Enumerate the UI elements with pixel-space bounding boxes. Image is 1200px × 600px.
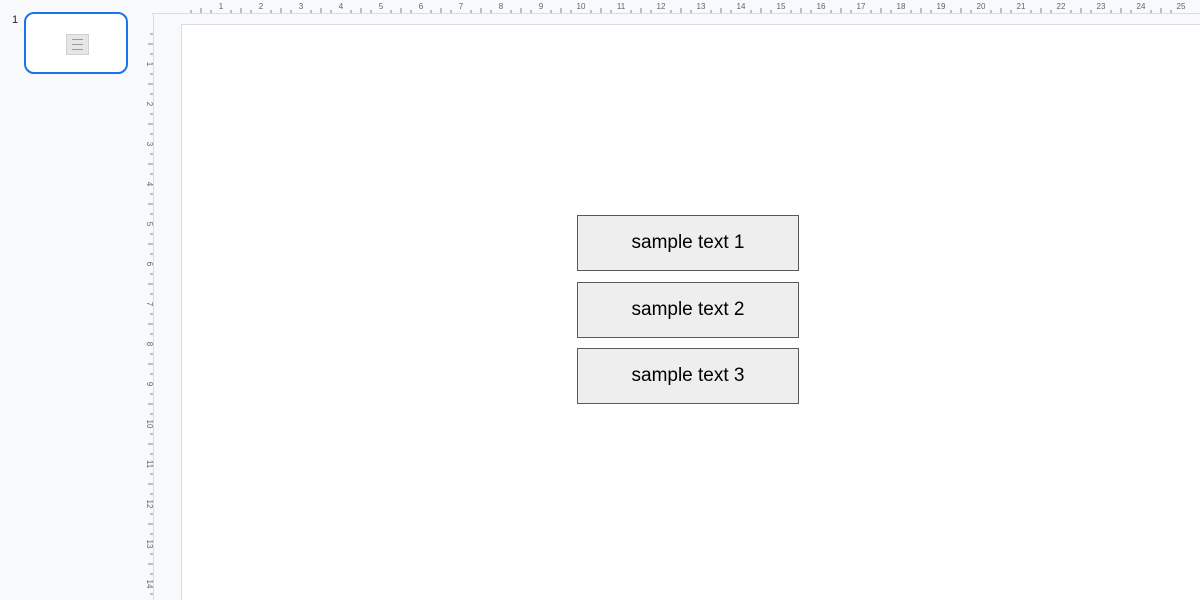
ruler-label: 16	[817, 2, 826, 11]
ruler-label: 5	[379, 2, 384, 11]
ruler-label: 9	[145, 382, 154, 387]
ruler-label: 15	[777, 2, 786, 11]
ruler-label: 3	[145, 142, 154, 147]
ruler-label: 11	[145, 460, 154, 469]
ruler-label: 24	[1137, 2, 1146, 11]
ruler-label: 10	[145, 420, 154, 429]
ruler-label: 6	[145, 262, 154, 267]
ruler-label: 13	[697, 2, 706, 11]
ruler-label: 12	[145, 500, 154, 509]
ruler-label: 3	[299, 2, 304, 11]
ruler-label: 8	[145, 342, 154, 347]
ruler-label: 20	[977, 2, 986, 11]
ruler-label: 21	[1017, 2, 1026, 11]
presentation-editor: 1 1 2 3 4 5 6 7 8 9 10 11 12 13 14 15 16 17 18 19 20 21 22 23 2…	[0, 0, 1200, 600]
thumbnail-text-line	[72, 44, 83, 45]
thumbnail-preview	[66, 34, 89, 55]
slide-thumbnail-1[interactable]	[24, 12, 128, 74]
text-box-1-label: sample text 1	[631, 232, 745, 253]
ruler-label: 18	[897, 2, 906, 11]
ruler-label: 4	[339, 2, 344, 11]
slide-canvas[interactable]: sample text 1 sample text 2 sample text …	[181, 24, 1200, 600]
ruler-label: 4	[145, 182, 154, 187]
ruler-label: 1	[219, 2, 224, 11]
slide-number: 1	[12, 14, 19, 26]
horizontal-ruler[interactable]: 1 2 3 4 5 6 7 8 9 10 11 12 13 14 15 16 17 18 19 20 21 22 23 24 2…	[152, 0, 1200, 14]
ruler-label: 5	[145, 222, 154, 227]
ruler-label: 7	[145, 302, 154, 307]
ruler-label: 9	[539, 2, 544, 11]
ruler-label: 6	[419, 2, 424, 11]
vertical-ruler[interactable]: 1 2 3 4 5 6 7 8 9 10 11 12 13 14	[138, 14, 154, 600]
ruler-label: 17	[857, 2, 866, 11]
ruler-label: 1	[145, 62, 154, 67]
ruler-label: 8	[499, 2, 504, 11]
text-box-3-label: sample text 3	[631, 365, 745, 386]
horizontal-ruler-scale: 1 2 3 4 5 6 7 8 9 10 11 12 13 14 15 16 17 18 19 20 21 22 23 24 2…	[152, 2, 1200, 14]
ruler-label: 13	[145, 540, 154, 549]
text-box-2[interactable]: sample text 2	[577, 282, 799, 338]
ruler-label: 11	[617, 2, 626, 11]
ruler-label: 10	[577, 2, 586, 11]
ruler-label: 14	[737, 2, 746, 11]
ruler-label: 25	[1177, 2, 1186, 11]
ruler-label: 2	[259, 2, 264, 11]
text-box-2-label: sample text 2	[631, 299, 745, 320]
text-box-1[interactable]: sample text 1	[577, 215, 799, 271]
ruler-label: 14	[145, 580, 154, 589]
text-box-3[interactable]: sample text 3	[577, 348, 799, 404]
ruler-label: 12	[657, 2, 666, 11]
thumbnail-text-line	[72, 49, 83, 50]
ruler-label: 23	[1097, 2, 1106, 11]
ruler-label: 22	[1057, 2, 1066, 11]
thumbnail-text-line	[72, 39, 83, 40]
ruler-label: 2	[145, 102, 154, 107]
ruler-label: 7	[459, 2, 464, 11]
ruler-label: 19	[937, 2, 946, 11]
slide-filmstrip: 1	[0, 0, 152, 600]
vertical-ruler-scale: 1234567891011121314	[145, 14, 154, 600]
